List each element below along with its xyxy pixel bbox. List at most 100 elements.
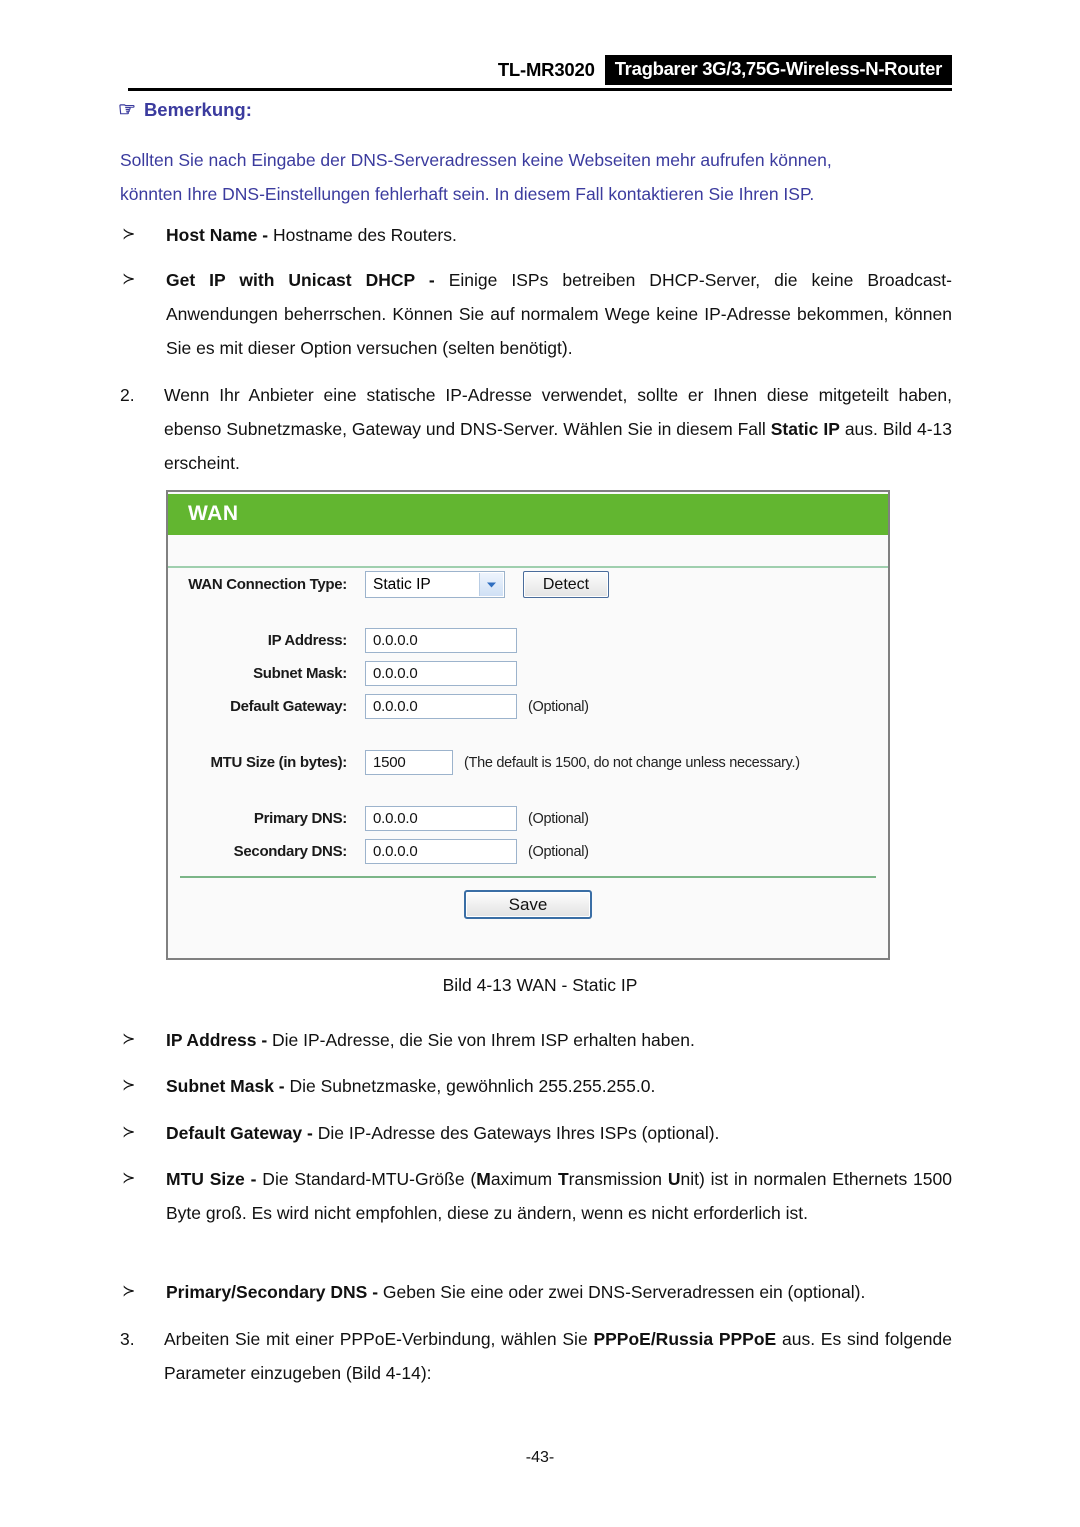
bullet-content: IP Address - Die IP-Adresse, die Sie von…: [166, 1023, 952, 1057]
primary-dns-input[interactable]: 0.0.0.0: [365, 806, 517, 831]
label-ip-address: IP Address:: [267, 632, 348, 649]
save-divider: [180, 876, 876, 878]
save-button[interactable]: Save: [464, 890, 592, 919]
mtu-part-2: aximum: [490, 1169, 558, 1189]
bullet-marker: ≻: [122, 1077, 136, 1094]
bullet-get-ip-unicast-dhcp: ≻ Get IP with Unicast DHCP - Einige ISPs…: [120, 263, 952, 365]
hint-default-gateway: (Optional): [528, 698, 589, 715]
bullet-body: Hostname des Routers.: [268, 225, 457, 245]
step-marker: 3.: [120, 1329, 135, 1349]
document-page: TL-MR3020 Tragbarer 3G/3,75G-Wireless-N-…: [0, 0, 1080, 1527]
control-group-secondary-dns: 0.0.0.0 (Optional): [365, 839, 589, 864]
chevron-down-icon[interactable]: [479, 573, 503, 596]
wan-panel-subbar: [168, 535, 888, 568]
mtu-letter-t: T: [557, 1169, 569, 1189]
default-gateway-input[interactable]: 0.0.0.0: [365, 694, 517, 719]
step-marker: 2.: [120, 385, 135, 405]
hint-primary-dns: (Optional): [528, 810, 589, 827]
note-line-2: könnten Ihre DNS-Einstellungen fehlerhaf…: [120, 184, 815, 204]
hint-mtu-size: (The default is 1500, do not change unle…: [464, 754, 800, 771]
document-header: TL-MR3020 Tragbarer 3G/3,75G-Wireless-N-…: [128, 52, 952, 88]
row-wan-connection-type: WAN Connection Type: Static IP Detect: [168, 568, 888, 601]
mtu-part-3: ransmission: [568, 1169, 668, 1189]
row-primary-dns: Primary DNS: 0.0.0.0 (Optional): [168, 802, 888, 835]
note-heading-label: Bemerkung:: [143, 99, 252, 120]
label-default-gateway: Default Gateway:: [230, 698, 347, 715]
ip-address-input[interactable]: 0.0.0.0: [365, 628, 517, 653]
label-subnet-mask: Subnet Mask:: [253, 665, 347, 682]
bullet-term: Host Name -: [166, 225, 269, 245]
note-heading: ☞ Bemerkung:: [118, 99, 252, 121]
bullet-ip-address: ≻ IP Address - Die IP-Adresse, die Sie v…: [120, 1023, 952, 1057]
label-secondary-dns: Secondary DNS:: [233, 843, 348, 860]
bullet-subnet-mask: ≻ Subnet Mask - Die Subnetzmaske, gewöhn…: [120, 1069, 952, 1103]
bullet-content: Default Gateway - Die IP-Adresse des Gat…: [166, 1116, 952, 1150]
model-code: TL-MR3020: [497, 59, 595, 80]
bullet-term: MTU Size -: [166, 1169, 257, 1189]
subnet-mask-input[interactable]: 0.0.0.0: [365, 661, 517, 686]
wan-connection-type-select[interactable]: Static IP: [365, 571, 505, 598]
note-line-1: Sollten Sie nach Eingabe der DNS-Servera…: [120, 150, 832, 170]
bullet-content: Get IP with Unicast DHCP - Einige ISPs b…: [166, 263, 952, 365]
bullet-term: Subnet Mask -: [166, 1076, 285, 1096]
control-group-subnet-mask: 0.0.0.0: [365, 661, 528, 686]
bullet-primary-secondary-dns: ≻ Primary/Secondary DNS - Geben Sie eine…: [120, 1275, 952, 1309]
row-ip-address: IP Address: 0.0.0.0: [168, 624, 888, 657]
hint-secondary-dns: (Optional): [528, 843, 589, 860]
bullet-marker: ≻: [122, 1031, 136, 1048]
row-secondary-dns: Secondary DNS: 0.0.0.0 (Optional): [168, 835, 888, 868]
bullet-term: Default Gateway -: [166, 1123, 313, 1143]
bullet-term: Primary/Secondary DNS -: [166, 1282, 379, 1302]
figure-caption: Bild 4-13 WAN - Static IP: [442, 975, 638, 995]
wan-connection-type-value: Static IP: [373, 575, 431, 593]
step-2: 2. Wenn Ihr Anbieter eine statische IP-A…: [120, 378, 952, 480]
mtu-letter-m: M: [476, 1169, 491, 1189]
bullet-host-name: ≻ Host Name - Hostname des Routers.: [120, 218, 952, 252]
note-body: Sollten Sie nach Eingabe der DNS-Servera…: [120, 143, 952, 211]
bullet-content: Primary/Secondary DNS - Geben Sie eine o…: [166, 1275, 952, 1309]
bullet-body: Die IP-Adresse des Gateways Ihres ISPs (…: [312, 1123, 720, 1143]
step-content: Wenn Ihr Anbieter eine statische IP-Adre…: [164, 378, 952, 480]
step-text-a: Arbeiten Sie mit einer PPPoE-Verbindung,…: [164, 1329, 594, 1349]
row-default-gateway: Default Gateway: 0.0.0.0 (Optional): [168, 690, 888, 723]
bullet-content: MTU Size - Die Standard-MTU-Größe (Maxim…: [166, 1162, 952, 1230]
step-term: PPPoE/Russia PPPoE: [593, 1329, 777, 1349]
bullet-marker: ≻: [122, 1124, 136, 1141]
step-3: 3. Arbeiten Sie mit einer PPPoE-Verbindu…: [120, 1322, 952, 1390]
page-number: -43-: [525, 1449, 555, 1466]
mtu-part-1: Die Standard-MTU-Größe (: [256, 1169, 477, 1189]
header-rule: [128, 88, 952, 91]
pointing-hand-icon: ☞: [118, 99, 136, 121]
bullet-content: Subnet Mask - Die Subnetzmaske, gewöhnli…: [166, 1069, 952, 1103]
control-group-ip-address: 0.0.0.0: [365, 628, 528, 653]
secondary-dns-input[interactable]: 0.0.0.0: [365, 839, 517, 864]
control-group-primary-dns: 0.0.0.0 (Optional): [365, 806, 589, 831]
row-subnet-mask: Subnet Mask: 0.0.0.0: [168, 657, 888, 690]
bullet-default-gateway: ≻ Default Gateway - Die IP-Adresse des G…: [120, 1116, 952, 1150]
bullet-body: Die IP-Adresse, die Sie von Ihrem ISP er…: [267, 1030, 695, 1050]
bullet-mtu-size: ≻ MTU Size - Die Standard-MTU-Größe (Max…: [120, 1162, 952, 1230]
wan-panel-header: WAN: [168, 494, 888, 535]
step-content: Arbeiten Sie mit einer PPPoE-Verbindung,…: [164, 1322, 952, 1390]
bullet-term: Get IP with Unicast DHCP -: [166, 270, 435, 290]
label-wan-connection-type: WAN Connection Type:: [188, 576, 347, 593]
wan-form: WAN Connection Type: Static IP Detect IP…: [168, 568, 888, 868]
bullet-marker: ≻: [122, 1283, 136, 1300]
mtu-size-input[interactable]: 1500: [365, 750, 453, 775]
row-mtu-size: MTU Size (in bytes): 1500 (The default i…: [168, 746, 888, 779]
label-primary-dns: Primary DNS:: [253, 810, 347, 827]
bullet-marker: ≻: [122, 271, 136, 288]
bullet-content: Host Name - Hostname des Routers.: [166, 218, 952, 252]
control-group-connection-type: Static IP Detect: [365, 571, 609, 598]
bullet-body: Geben Sie eine oder zwei DNS-Serveradres…: [378, 1282, 866, 1302]
model-name-badge: Tragbarer 3G/3,75G-Wireless-N-Router: [604, 55, 952, 85]
bullet-body: Die Subnetzmaske, gewöhnlich 255.255.255…: [284, 1076, 656, 1096]
label-mtu-size: MTU Size (in bytes):: [210, 754, 347, 771]
save-row: Save: [168, 890, 888, 919]
bullet-marker: ≻: [122, 226, 136, 243]
control-group-default-gateway: 0.0.0.0 (Optional): [365, 694, 589, 719]
wan-panel-title: WAN: [188, 502, 239, 525]
router-wan-screenshot: WAN WAN Connection Type: Static IP Detec…: [166, 490, 890, 960]
detect-button[interactable]: Detect: [523, 571, 609, 598]
step-term: Static IP: [770, 419, 840, 439]
